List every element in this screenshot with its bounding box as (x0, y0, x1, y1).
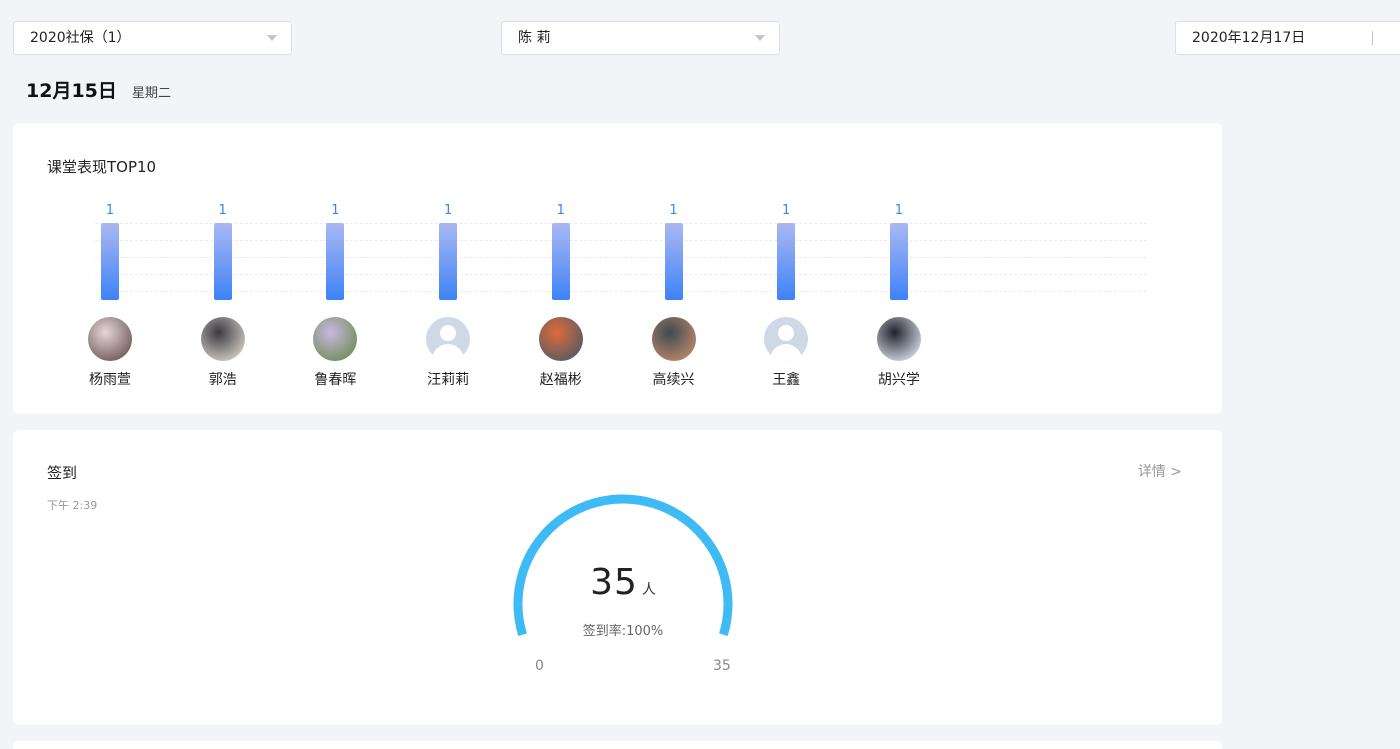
bar (326, 223, 345, 300)
teacher-select[interactable]: 陈 莉 (501, 21, 780, 55)
card-title: 签到 (47, 464, 78, 482)
avatar (764, 317, 809, 361)
bar-value-label: 1 (782, 203, 791, 218)
avatar-body (432, 344, 465, 361)
avatar-body (770, 344, 803, 361)
avatar (876, 317, 921, 361)
bar-value-label: 1 (105, 203, 115, 218)
class-select[interactable]: 2020社保（1） (13, 21, 292, 55)
bar (889, 223, 908, 300)
signin-gauge: 35 人 签到率:100% 0 35 (503, 494, 743, 694)
date-picker[interactable]: 2020年12月17日 (1175, 21, 1400, 55)
student-column: 1 郭浩 (183, 123, 263, 414)
student-name: 郭浩 (208, 372, 237, 388)
signin-card: 签到 详情 > 下午 2:39 35 人 签到率:100% 0 35 (13, 430, 1222, 725)
detail-link[interactable]: 详情 > (1138, 461, 1182, 481)
student-column: 1 杨雨萱 (70, 123, 150, 414)
student-name: 王鑫 (772, 372, 801, 388)
student-name: 鲁春晖 (314, 372, 357, 388)
bar (777, 223, 796, 300)
bar-value-label: 1 (218, 203, 227, 218)
avatar (313, 317, 358, 361)
student-name: 杨雨萱 (89, 372, 131, 388)
gauge-min-label: 0 (535, 658, 544, 674)
bar (439, 223, 458, 300)
bar-value-label: 1 (331, 203, 340, 218)
student-column: 1 王鑫 (746, 123, 826, 414)
avatar-head (778, 325, 795, 341)
bar-value-label: 1 (894, 203, 904, 218)
current-weekday: 星期二 (131, 86, 171, 101)
student-column: 1 胡兴学 (859, 123, 939, 414)
avatar (88, 317, 132, 361)
signin-count: 35 人 (503, 562, 743, 603)
next-card (13, 741, 1222, 749)
gauge-max-label: 35 (713, 658, 731, 674)
bar (101, 223, 119, 300)
avatar (200, 317, 245, 361)
student-name: 汪莉莉 (427, 372, 470, 388)
date-picker-value: 2020年12月17日 (1192, 30, 1306, 46)
performance-top10-card: 课堂表现TOP10 1 杨雨萱 1 郭浩 1 鲁春晖 1 汪莉莉 1 赵福彬 1 高续兴 1 王鑫 1 胡兴学 (13, 123, 1222, 414)
class-select-value: 2020社保（1） (30, 30, 131, 46)
signin-time: 下午 2:39 (47, 499, 98, 512)
date-heading: 12月15日 星期二 (26, 76, 171, 103)
bar (664, 223, 683, 300)
chevron-down-icon (755, 35, 765, 41)
avatar (426, 317, 471, 361)
student-name: 赵福彬 (539, 372, 582, 388)
avatar (651, 317, 696, 361)
student-column: 1 鲁春晖 (295, 123, 375, 414)
current-date: 12月15日 (26, 80, 117, 102)
teacher-select-value: 陈 莉 (518, 30, 551, 46)
date-separator (1372, 31, 1373, 45)
bar (551, 223, 570, 300)
student-column: 1 汪莉莉 (408, 123, 488, 414)
bar-value-label: 1 (443, 203, 453, 218)
avatar (538, 317, 583, 361)
chevron-down-icon (267, 35, 277, 41)
bar-value-label: 1 (669, 203, 678, 218)
student-column: 1 高续兴 (634, 123, 714, 414)
avatar-head (440, 325, 457, 341)
student-name: 胡兴学 (877, 372, 920, 388)
signin-rate: 签到率:100% (582, 624, 664, 639)
student-column: 1 赵福彬 (521, 123, 601, 414)
signin-count-value: 35 (590, 562, 638, 603)
bar (213, 223, 232, 300)
signin-count-unit: 人 (641, 582, 656, 598)
bar-value-label: 1 (556, 203, 565, 218)
student-name: 高续兴 (652, 372, 695, 388)
